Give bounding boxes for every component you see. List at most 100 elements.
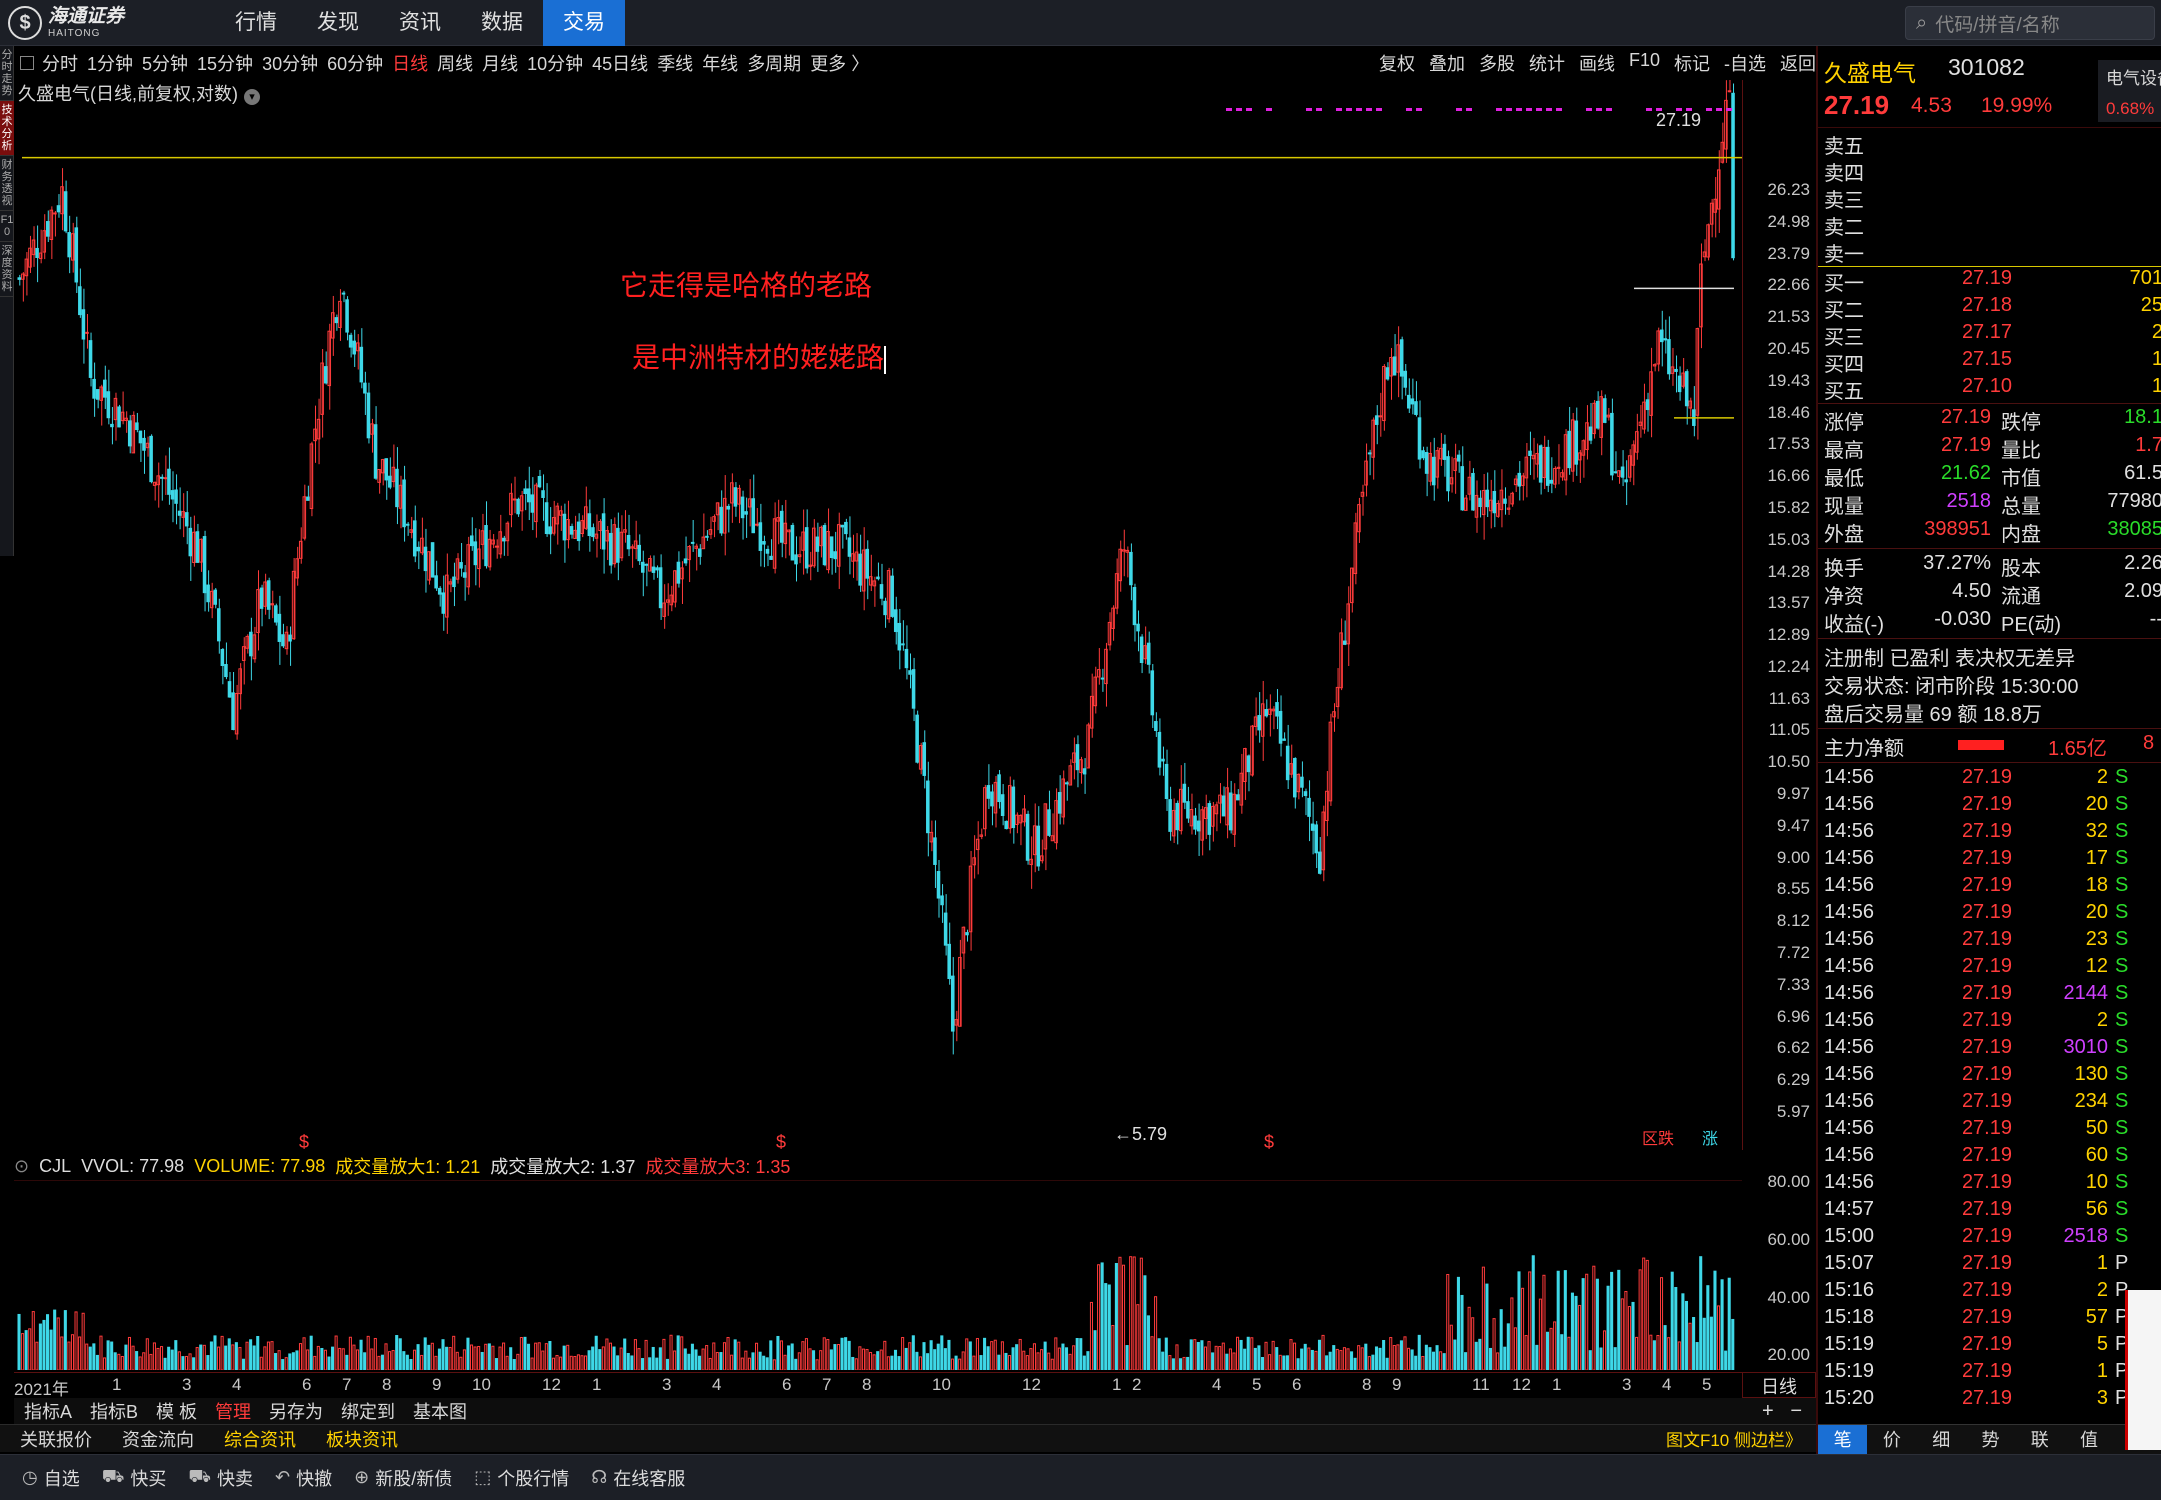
- save-as-tab[interactable]: 另存为: [269, 1398, 323, 1424]
- stat-label-2: 总量: [2001, 496, 2041, 518]
- news-tab[interactable]: 综合资讯: [224, 1426, 296, 1452]
- quote-tab-4[interactable]: 联: [2015, 1425, 2064, 1454]
- ask-row[interactable]: 卖三: [1818, 184, 2161, 212]
- stock-quote-label: 个股行情: [497, 1468, 570, 1489]
- nav-trade[interactable]: 交易: [543, 0, 625, 46]
- nav-discover[interactable]: 发现: [297, 0, 379, 46]
- period-tab-2[interactable]: 5分钟: [142, 50, 188, 76]
- candle-body: [405, 523, 410, 526]
- vtab-f10[interactable]: F10: [0, 211, 14, 242]
- candle-body: [1421, 450, 1425, 459]
- search-input[interactable]: ⌕ 代码/拼音/名称: [1905, 6, 2155, 40]
- indicator-a-tab[interactable]: 指标A: [24, 1398, 72, 1424]
- toolbar-item-2[interactable]: 多股: [1479, 50, 1515, 76]
- ask-row[interactable]: 卖二: [1818, 211, 2161, 239]
- candle-body: [1385, 367, 1390, 380]
- volume-bar: [1089, 1301, 1093, 1370]
- online-service-button[interactable]: ☊ 在线客服: [591, 1465, 685, 1491]
- bid-row[interactable]: 买四 27.15 1: [1818, 348, 2161, 376]
- side-popup[interactable]: [2125, 1290, 2161, 1450]
- stat-label: 现量: [1824, 496, 1864, 518]
- period-day-button[interactable]: 日线: [1742, 1372, 1816, 1398]
- status-row-trade_status: 交易状态: 闭市阶段 15:30:00: [1818, 670, 2161, 698]
- period-tab-4[interactable]: 30分钟: [262, 50, 318, 76]
- layout-toggle-icon[interactable]: [20, 56, 34, 70]
- volume-bar: [373, 1337, 377, 1370]
- candle-body: [893, 609, 898, 633]
- toolbar-item-0[interactable]: 复权: [1379, 50, 1415, 76]
- tick-volume: 2518: [2063, 1225, 2109, 1247]
- period-tab-9[interactable]: 10分钟: [527, 50, 583, 76]
- bind-to-tab[interactable]: 绑定到: [341, 1398, 395, 1424]
- sector-box[interactable]: 电气设备 0.68%: [2098, 60, 2161, 122]
- period-tab-13[interactable]: 多周期: [747, 50, 801, 76]
- period-tab-5[interactable]: 60分钟: [327, 50, 383, 76]
- period-tab-12[interactable]: 年线: [702, 50, 738, 76]
- toolbar-item-5[interactable]: F10: [1629, 50, 1660, 76]
- nav-news[interactable]: 资讯: [379, 0, 461, 46]
- ipo-button[interactable]: ⊕ 新股/新债: [354, 1465, 452, 1491]
- volume-bar: [313, 1355, 317, 1370]
- template-tab[interactable]: 模 板: [156, 1398, 197, 1424]
- period-tab-14[interactable]: 更多 〉: [810, 50, 869, 76]
- bid-row[interactable]: 买三 27.17 2: [1818, 321, 2161, 349]
- related-quotes-tab[interactable]: 关联报价: [20, 1426, 92, 1452]
- quote-tab-0[interactable]: 笔: [1818, 1425, 1868, 1454]
- ask-row[interactable]: 卖四: [1818, 157, 2161, 185]
- candle-body: [402, 479, 406, 528]
- period-tab-3[interactable]: 15分钟: [197, 50, 253, 76]
- stock-name[interactable]: 久盛电气: [1824, 54, 1916, 88]
- ticks-divider: [1818, 762, 2161, 763]
- period-tab-0[interactable]: 分时: [42, 50, 78, 76]
- period-tab-8[interactable]: 月线: [482, 50, 518, 76]
- toolbar-item-7[interactable]: -自选: [1724, 50, 1766, 76]
- volume-bar: [1578, 1304, 1582, 1370]
- period-tab-11[interactable]: 季线: [657, 50, 693, 76]
- sector-news-tab[interactable]: 板块资讯: [326, 1426, 398, 1452]
- ask-row[interactable]: 卖五: [1818, 130, 2161, 158]
- vtab-intraday[interactable]: 分时走势: [0, 46, 14, 101]
- period-tab-1[interactable]: 1分钟: [87, 50, 133, 76]
- fund-flow-tab[interactable]: 资金流向: [122, 1426, 194, 1452]
- indicator-b-tab[interactable]: 指标B: [90, 1398, 138, 1424]
- ask-row[interactable]: 卖一: [1818, 238, 2161, 266]
- chart-menu-icon[interactable]: ▾: [244, 89, 260, 105]
- quote-tab-1[interactable]: 价: [1867, 1425, 1916, 1454]
- toolbar-item-8[interactable]: 返回: [1780, 50, 1816, 76]
- date-tick: 2021年: [14, 1380, 69, 1399]
- main-flow-row[interactable]: 主力净额 1.65亿 8: [1818, 732, 2161, 760]
- volume-bar: [1007, 1355, 1012, 1370]
- quote-tab-2[interactable]: 细: [1917, 1425, 1966, 1454]
- manage-tab[interactable]: 管理: [215, 1398, 251, 1424]
- candle-body: [943, 912, 948, 946]
- f10-sidebar-link[interactable]: 图文F10 侧边栏》: [1666, 1426, 1802, 1451]
- vtab-finance[interactable]: 财务透视: [0, 156, 14, 211]
- vtab-technical[interactable]: 技术分析: [0, 101, 14, 156]
- nav-quotes[interactable]: 行情: [215, 0, 297, 46]
- nav-data[interactable]: 数据: [461, 0, 543, 46]
- period-tab-7[interactable]: 周线: [437, 50, 473, 76]
- bid-row[interactable]: 买一 27.19 701: [1818, 267, 2161, 295]
- basic-chart-tab[interactable]: 基本图: [413, 1398, 467, 1424]
- toolbar-item-1[interactable]: 叠加: [1429, 50, 1465, 76]
- quick-buy-button[interactable]: ⛟ 快买: [102, 1465, 167, 1491]
- zoom-controls[interactable]: + −: [1762, 1400, 1802, 1423]
- bid-row[interactable]: 买五 27.10 1: [1818, 375, 2161, 403]
- toolbar-item-3[interactable]: 统计: [1529, 50, 1565, 76]
- period-tab-10[interactable]: 45日线: [592, 50, 648, 76]
- quote-tab-3[interactable]: 势: [1966, 1425, 2015, 1454]
- watchlist-button[interactable]: ◷ 自选: [22, 1465, 80, 1491]
- quick-sell-button[interactable]: ⛟ 快卖: [188, 1465, 253, 1491]
- volume-menu-icon[interactable]: ⊙: [14, 1156, 29, 1177]
- status-text-reg: 注册制 已盈利 表决权无差异: [1824, 648, 2076, 670]
- quick-cancel-button[interactable]: ↶ 快撤: [275, 1465, 332, 1491]
- kline-chart[interactable]: 27.19 ←5.79 $ $ $ 区跌 涨: [14, 80, 1742, 1152]
- toolbar-item-6[interactable]: 标记: [1674, 50, 1710, 76]
- vtab-deep[interactable]: 深度资料: [0, 242, 14, 297]
- stock-quote-button[interactable]: ⬚ 个股行情: [474, 1465, 569, 1491]
- volume-chart[interactable]: [14, 1180, 1742, 1370]
- toolbar-item-4[interactable]: 画线: [1579, 50, 1615, 76]
- period-tab-6[interactable]: 日线: [392, 50, 428, 76]
- quote-tab-5[interactable]: 值: [2064, 1425, 2113, 1454]
- bid-row[interactable]: 买二 27.18 25: [1818, 294, 2161, 322]
